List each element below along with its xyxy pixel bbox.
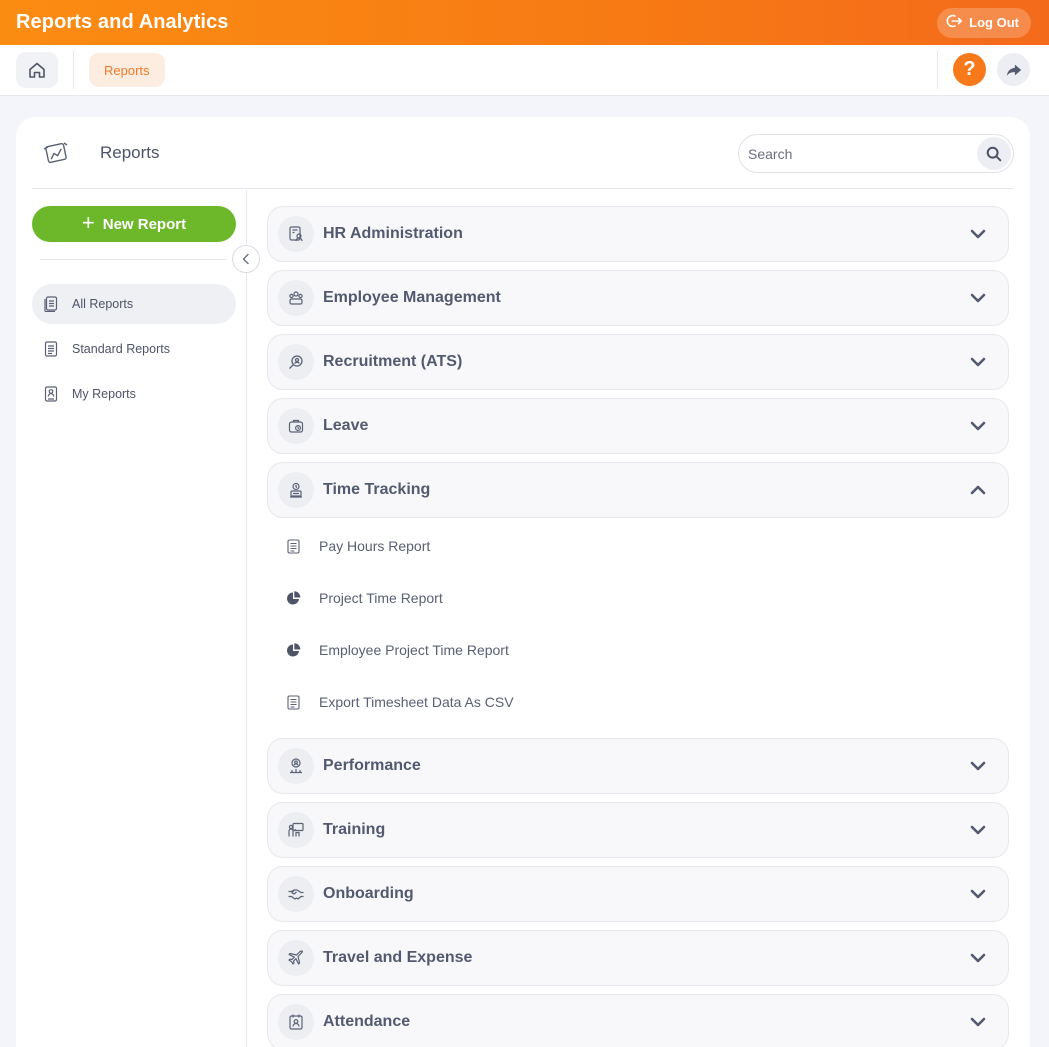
- divider: [937, 51, 938, 89]
- standard-reports-icon: [44, 341, 58, 357]
- report-employee-project-time[interactable]: Employee Project Time Report: [286, 638, 509, 662]
- employee-management-icon-wrap: [278, 280, 314, 316]
- help-button[interactable]: ?: [953, 53, 986, 86]
- breadcrumb-bar: Reports ?: [0, 45, 1049, 96]
- report-label: Employee Project Time Report: [319, 642, 509, 658]
- search-button[interactable]: [977, 137, 1011, 170]
- logout-label: Log Out: [969, 15, 1019, 30]
- top-bar: Reports and Analytics Log Out: [0, 0, 1049, 45]
- collapse-sidebar-button[interactable]: [232, 245, 260, 273]
- report-export-timesheet-csv[interactable]: Export Timesheet Data As CSV: [286, 690, 514, 714]
- category-label: Training: [323, 821, 386, 838]
- category-label: Travel and Expense: [323, 949, 473, 966]
- report-label: Export Timesheet Data As CSV: [319, 694, 514, 710]
- search-input[interactable]: [748, 135, 968, 172]
- card-header: Reports: [32, 117, 1014, 189]
- time-tracking-icon-wrap: [278, 472, 314, 508]
- document-icon: [287, 538, 300, 554]
- category-training[interactable]: Training: [267, 802, 1009, 858]
- handshake-icon: [288, 889, 304, 900]
- sidebar-divider: [246, 190, 247, 1047]
- chevron-down-icon: [970, 953, 986, 963]
- home-icon: [29, 62, 45, 78]
- employee-management-icon: [289, 291, 303, 305]
- airplane-icon: [288, 950, 304, 965]
- logout-button[interactable]: Log Out: [937, 7, 1031, 38]
- reports-icon: [43, 142, 68, 164]
- all-reports-icon: [44, 296, 58, 312]
- category-performance[interactable]: Performance: [267, 738, 1009, 794]
- hr-admin-icon: [289, 226, 303, 242]
- category-label: Time Tracking: [323, 481, 431, 498]
- document-icon: [287, 694, 300, 710]
- category-label: HR Administration: [323, 225, 463, 242]
- hr-admin-icon-wrap: [278, 216, 314, 252]
- new-report-button[interactable]: + New Report: [32, 206, 236, 242]
- training-icon-wrap: [278, 812, 314, 848]
- pie-chart-icon: [287, 642, 301, 656]
- attendance-icon-wrap: [278, 1004, 314, 1040]
- chevron-up-icon: [970, 485, 986, 495]
- logout-icon: [945, 12, 963, 33]
- performance-icon: [290, 758, 302, 774]
- leave-icon-wrap: [278, 408, 314, 444]
- chevron-down-icon: [970, 293, 986, 303]
- chevron-down-icon: [970, 825, 986, 835]
- home-button[interactable]: [16, 52, 58, 88]
- sidebar-item-standard-reports[interactable]: Standard Reports: [32, 329, 236, 369]
- training-icon: [288, 822, 304, 837]
- category-travel-and-expense[interactable]: Travel and Expense: [267, 930, 1009, 986]
- sidebar-item-label: All Reports: [72, 297, 134, 311]
- report-pay-hours[interactable]: Pay Hours Report: [286, 534, 430, 558]
- time-tracking-icon: [290, 482, 302, 498]
- report-project-time[interactable]: Project Time Report: [286, 586, 443, 610]
- chevron-left-icon: [242, 253, 249, 265]
- new-report-label: New Report: [102, 215, 187, 233]
- chevron-down-icon: [970, 421, 986, 431]
- sidebar-item-my-reports[interactable]: My Reports: [32, 374, 236, 414]
- search-box: [738, 134, 1014, 173]
- report-label: Pay Hours Report: [319, 538, 431, 554]
- sidebar-item-label: My Reports: [72, 387, 136, 401]
- category-label: Performance: [323, 757, 421, 774]
- travel-icon-wrap: [278, 940, 314, 976]
- category-recruitment[interactable]: Recruitment (ATS): [267, 334, 1009, 390]
- page-title: Reports: [100, 143, 160, 162]
- category-label: Onboarding: [323, 885, 414, 902]
- my-reports-icon: [44, 386, 58, 402]
- leave-icon: [288, 419, 304, 433]
- performance-icon-wrap: [278, 748, 314, 784]
- category-time-tracking[interactable]: Time Tracking: [267, 462, 1009, 518]
- app-title: Reports and Analytics: [16, 11, 229, 33]
- category-label: Attendance: [323, 1013, 411, 1030]
- category-hr-administration[interactable]: HR Administration: [267, 206, 1009, 262]
- sidebar-item-label: Standard Reports: [72, 342, 170, 356]
- attendance-icon: [289, 1014, 303, 1030]
- plus-icon: +: [81, 210, 95, 235]
- chevron-down-icon: [970, 889, 986, 899]
- sidebar-separator: [40, 259, 226, 260]
- divider: [73, 51, 74, 89]
- sidebar-item-all-reports[interactable]: All Reports: [32, 284, 236, 324]
- category-label: Leave: [323, 417, 369, 434]
- onboarding-icon-wrap: [278, 876, 314, 912]
- category-attendance[interactable]: Attendance: [267, 994, 1009, 1047]
- share-icon: [1006, 64, 1021, 76]
- category-employee-management[interactable]: Employee Management: [267, 270, 1009, 326]
- recruitment-icon-wrap: [278, 344, 314, 380]
- recruitment-icon: [289, 355, 303, 369]
- category-leave[interactable]: Leave: [267, 398, 1009, 454]
- category-label: Employee Management: [323, 289, 501, 306]
- chevron-down-icon: [970, 761, 986, 771]
- report-label: Project Time Report: [319, 590, 443, 606]
- pie-chart-icon: [287, 590, 301, 604]
- breadcrumb-reports[interactable]: Reports: [89, 53, 165, 87]
- search-icon: [986, 146, 1002, 161]
- category-label: Recruitment (ATS): [323, 353, 463, 370]
- chevron-down-icon: [970, 357, 986, 367]
- chevron-down-icon: [970, 229, 986, 239]
- category-onboarding[interactable]: Onboarding: [267, 866, 1009, 922]
- chevron-down-icon: [970, 1017, 986, 1027]
- share-button[interactable]: [997, 53, 1030, 86]
